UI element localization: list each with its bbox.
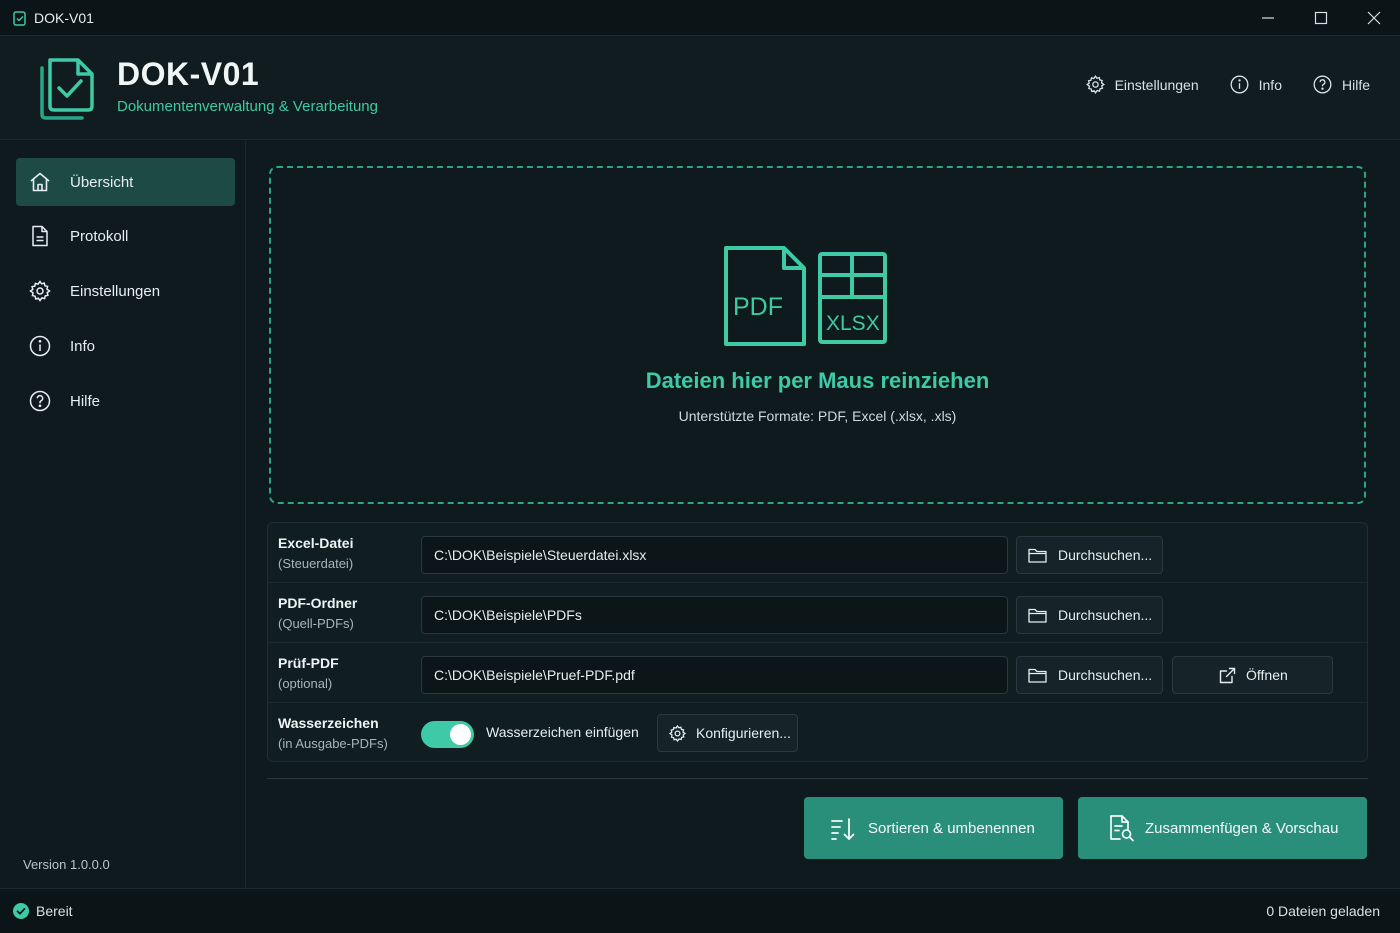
title-bar: DOK-V01 (0, 0, 1400, 36)
merge-preview-button[interactable]: Zusammenfügen & Vorschau (1078, 797, 1367, 859)
excel-file-row: Excel-Datei (Steuerdatei) C:\DOK\Beispie… (268, 523, 1367, 583)
divider (267, 778, 1368, 779)
xlsx-label: XLSX (826, 312, 880, 335)
minimize-icon (1261, 17, 1274, 19)
excel-browse-label: Durchsuchen... (1058, 547, 1153, 563)
app-name: DOK-V01 (117, 56, 260, 92)
sidebar-item-overview[interactable]: Übersicht (16, 158, 235, 206)
check-pdf-open-button[interactable]: Öffnen (1172, 656, 1333, 694)
pdf-folder-input[interactable]: C:\DOK\Beispiele\PDFs (421, 596, 1008, 634)
header-help-label: Hilfe (1341, 76, 1370, 93)
sidebar-item-info[interactable]: Info (16, 322, 235, 370)
sidebar-item-label: Einstellungen (70, 282, 161, 300)
merge-preview-label: Zusammenfügen & Vorschau (1145, 819, 1339, 837)
gear-icon (668, 724, 687, 742)
app-header: DOK-V01 Dokumentenverwaltung & Verarbeit… (0, 36, 1400, 140)
check-pdf-browse-button[interactable]: Durchsuchen... (1016, 656, 1163, 694)
file-drop-zone[interactable]: PDF XLSX Dateien hier per Maus reinziehe… (269, 166, 1366, 504)
check-pdf-label: Prüf-PDF (278, 655, 339, 671)
sidebar-item-settings[interactable]: Einstellungen (16, 267, 235, 315)
header-info-label: Info (1258, 76, 1282, 93)
watermark-label: Wasserzeichen (278, 715, 379, 731)
folder-icon (1028, 668, 1047, 683)
help-icon (29, 390, 51, 412)
sidebar-item-help[interactable]: Hilfe (16, 377, 235, 425)
header-settings-link[interactable]: Einstellungen (1085, 74, 1199, 95)
files-loaded-count: 0 Dateien geladen (1266, 903, 1380, 919)
info-icon (29, 335, 51, 357)
sidebar-item-label: Hilfe (70, 392, 101, 410)
excel-file-sublabel: (Steuerdatei) (278, 556, 354, 571)
excel-file-input[interactable]: C:\DOK\Beispiele\Steuerdatei.xlsx (421, 536, 1008, 574)
file-types-icon: PDF XLSX (724, 246, 887, 346)
pdf-label: PDF (733, 293, 783, 321)
settings-panel: Excel-Datei (Steuerdatei) C:\DOK\Beispie… (267, 522, 1368, 762)
check-pdf-open-label: Öffnen (1246, 667, 1288, 683)
version-label: Version 1.0.0.0 (23, 857, 110, 872)
header-nav: Einstellungen Info Hilfe (1085, 74, 1370, 95)
minimize-button[interactable] (1241, 0, 1294, 36)
info-icon (1230, 75, 1249, 94)
maximize-icon (1314, 11, 1327, 25)
home-icon (30, 172, 50, 192)
gear-icon (29, 280, 51, 302)
check-pdf-row: Prüf-PDF (optional) C:\DOK\Beispiele\Pru… (268, 643, 1367, 703)
sidebar-item-protocol[interactable]: Protokoll (16, 212, 235, 260)
app-icon (13, 10, 26, 26)
external-link-icon (1219, 667, 1236, 683)
header-help-link[interactable]: Hilfe (1312, 74, 1370, 95)
folder-icon (1028, 608, 1047, 623)
sort-icon (831, 818, 855, 840)
close-button[interactable] (1347, 0, 1400, 36)
header-settings-label: Einstellungen (1114, 76, 1199, 93)
app-logo-icon (40, 58, 94, 120)
watermark-toggle-label: Wasserzeichen einfügen (486, 724, 639, 740)
status-bar: Bereit 0 Dateien geladen (0, 888, 1400, 933)
gear-icon (1085, 75, 1105, 94)
watermark-toggle[interactable] (421, 721, 474, 748)
check-pdf-input[interactable]: C:\DOK\Beispiele\Pruef-PDF.pdf (421, 656, 1008, 694)
window-title: DOK-V01 (34, 9, 94, 26)
watermark-configure-label: Konfigurieren... (696, 725, 791, 741)
dropzone-title: Dateien hier per Maus reinziehen (645, 368, 990, 393)
pdf-folder-row: PDF-Ordner (Quell-PDFs) C:\DOK\Beispiele… (268, 583, 1367, 643)
check-pdf-sublabel: (optional) (278, 676, 333, 691)
watermark-row: Wasserzeichen (in Ausgabe-PDFs) Wasserze… (268, 703, 1367, 763)
check-circle-icon (13, 903, 29, 919)
excel-browse-button[interactable]: Durchsuchen... (1016, 536, 1163, 574)
folder-icon (1028, 548, 1047, 563)
pdf-folder-label: PDF-Ordner (278, 595, 358, 611)
merge-document-icon (1110, 815, 1134, 842)
maximize-button[interactable] (1294, 0, 1347, 36)
sort-rename-button[interactable]: Sortieren & umbenennen (804, 797, 1063, 859)
window-controls (1241, 0, 1400, 36)
sidebar-item-label: Info (70, 337, 96, 355)
sidebar-item-label: Protokoll (70, 227, 129, 245)
document-icon (32, 225, 48, 247)
status-text: Bereit (36, 903, 73, 919)
excel-file-label: Excel-Datei (278, 535, 354, 551)
sort-rename-label: Sortieren & umbenennen (868, 819, 1035, 837)
help-icon (1313, 75, 1332, 94)
dropzone-subtitle: Unterstützte Formate: PDF, Excel (.xlsx,… (678, 408, 957, 424)
sidebar-item-label: Übersicht (70, 173, 134, 191)
app-subtitle: Dokumentenverwaltung & Verarbeitung (117, 98, 378, 115)
header-info-link[interactable]: Info (1229, 74, 1282, 95)
watermark-configure-button[interactable]: Konfigurieren... (657, 714, 798, 752)
toggle-knob (450, 724, 471, 745)
close-icon (1367, 11, 1380, 25)
check-pdf-browse-label: Durchsuchen... (1058, 667, 1153, 683)
pdf-folder-sublabel: (Quell-PDFs) (278, 616, 354, 631)
sidebar: Übersicht Protokoll Einstellungen Info H… (0, 141, 246, 888)
pdf-folder-browse-label: Durchsuchen... (1058, 607, 1153, 623)
watermark-sublabel: (in Ausgabe-PDFs) (278, 736, 388, 751)
pdf-folder-browse-button[interactable]: Durchsuchen... (1016, 596, 1163, 634)
